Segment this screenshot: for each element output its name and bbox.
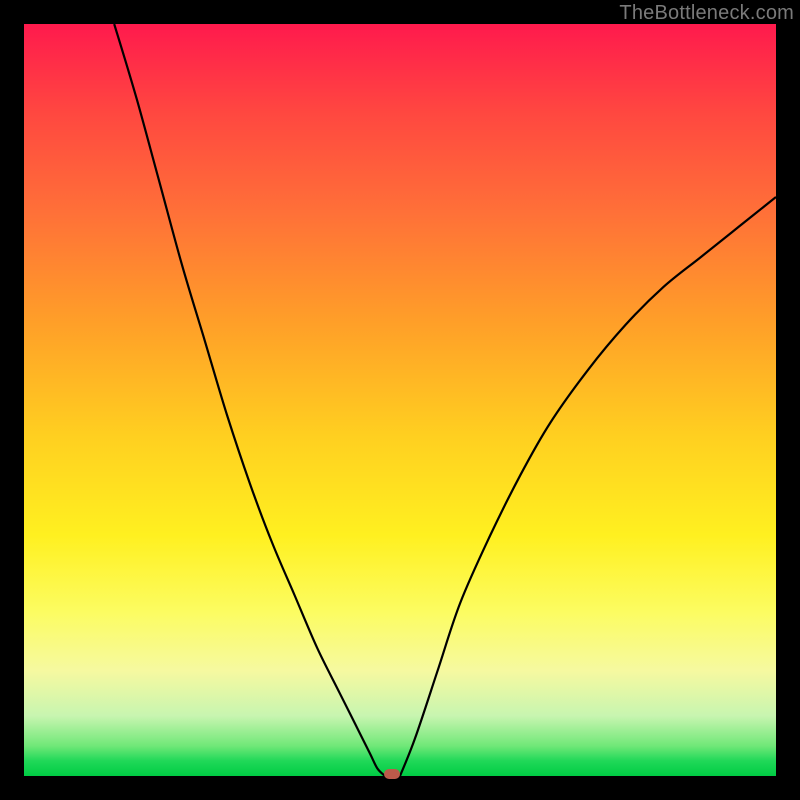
plot-area — [24, 24, 776, 776]
curve-left-branch — [114, 24, 385, 776]
optimum-marker — [384, 769, 400, 779]
bottleneck-curve — [24, 24, 776, 776]
curve-right-branch — [400, 197, 776, 776]
watermark-text: TheBottleneck.com — [619, 2, 794, 25]
chart-frame: TheBottleneck.com — [0, 0, 800, 800]
